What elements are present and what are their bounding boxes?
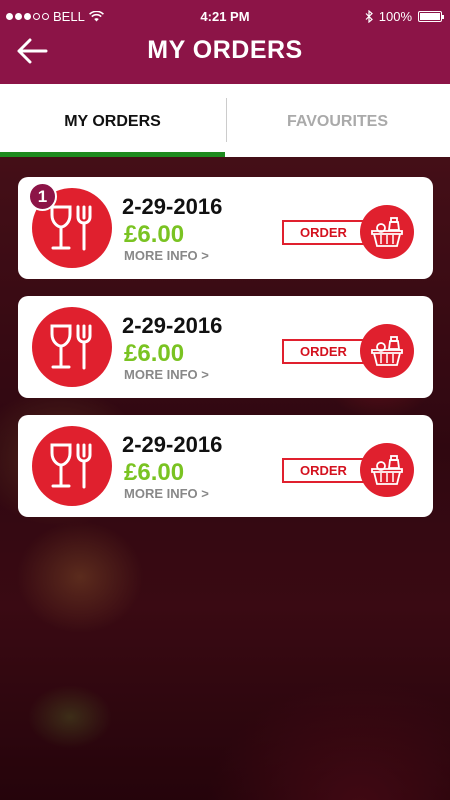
food-basket-icon <box>371 455 403 485</box>
status-right: 100% <box>365 9 444 24</box>
order-price: £6.00 <box>124 340 185 367</box>
order-card[interactable]: 2-29-2016 £6.00 MORE INFO > ORDER <box>18 296 433 398</box>
glass-and-fork-icon <box>50 324 92 370</box>
more-info-link[interactable]: MORE INFO > <box>124 486 209 501</box>
order-price: £6.00 <box>124 221 185 248</box>
order-basket-circle <box>360 205 414 259</box>
order-price: £6.00 <box>124 459 185 486</box>
glass-and-fork-icon <box>50 443 92 489</box>
tab-divider <box>226 98 227 142</box>
order-card[interactable]: 1 2-29-2016 £6.00 MORE INFO > ORDER <box>18 177 433 279</box>
order-button[interactable]: ORDER <box>282 205 414 259</box>
order-card[interactable]: 2-29-2016 £6.00 MORE INFO > ORDER <box>18 415 433 517</box>
order-count-badge: 1 <box>28 182 57 211</box>
battery-icon <box>418 11 444 22</box>
status-bar: BELL 4:21 PM 100% <box>0 0 450 32</box>
more-info-link[interactable]: MORE INFO > <box>124 367 209 382</box>
tab-favourites[interactable]: FAVOURITES <box>225 84 450 157</box>
more-info-link[interactable]: MORE INFO > <box>124 248 209 263</box>
order-button[interactable]: ORDER <box>282 443 414 497</box>
order-button[interactable]: ORDER <box>282 324 414 378</box>
tab-bar: MY ORDERS FAVOURITES <box>0 84 450 157</box>
page-title: MY ORDERS <box>147 36 303 64</box>
food-basket-icon <box>371 217 403 247</box>
order-date: 2-29-2016 <box>122 432 223 457</box>
order-date: 2-29-2016 <box>122 313 223 338</box>
battery-percent: 100% <box>378 9 412 24</box>
order-type-icon <box>32 307 112 387</box>
food-basket-icon <box>371 336 403 366</box>
order-basket-circle <box>360 324 414 378</box>
order-basket-circle <box>360 443 414 497</box>
app-header: BELL 4:21 PM 100% MY ORDERS <box>0 0 450 84</box>
order-date: 2-29-2016 <box>122 194 223 219</box>
orders-list: 1 2-29-2016 £6.00 MORE INFO > ORDER 2-29… <box>18 177 433 534</box>
tab-my-orders[interactable]: MY ORDERS <box>0 84 225 157</box>
bluetooth-icon <box>365 10 373 23</box>
glass-and-fork-icon <box>50 205 92 251</box>
order-type-icon <box>32 426 112 506</box>
